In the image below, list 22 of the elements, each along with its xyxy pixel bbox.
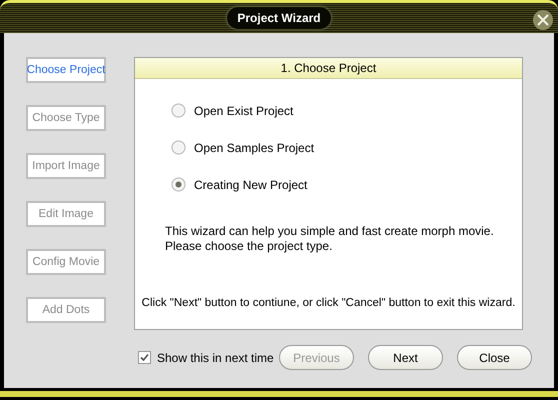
checkbox[interactable]: [138, 351, 151, 364]
close-icon[interactable]: [532, 9, 554, 31]
step-tab[interactable]: Choose Project: [26, 57, 106, 83]
step-tab[interactable]: Choose Type: [26, 105, 106, 131]
note-text: Click "Next" button to contiune, or click "Cancel" button to exit this wizard.: [140, 297, 516, 309]
description-text: Please choose the project type.: [165, 239, 334, 254]
description-text: This wizard can help you simple and fast create morph movie.: [165, 224, 495, 239]
step-tab[interactable]: Add Dots: [26, 297, 106, 323]
option-label: Creating New Project: [194, 178, 308, 192]
radio-button[interactable]: [171, 177, 186, 192]
panel-header: 1. Choose Project: [135, 58, 522, 79]
step-tab[interactable]: Edit Image: [26, 201, 106, 227]
option-label: Open Exist Project: [194, 104, 294, 118]
option-label: Open Samples Project: [194, 140, 314, 154]
step-tab[interactable]: Config Movie: [26, 249, 106, 275]
checkbox-label: Show this in next time: [157, 350, 274, 364]
radio-button[interactable]: [171, 140, 186, 155]
step-tab[interactable]: Import Image: [26, 153, 106, 179]
dialog-button[interactable]: Next: [368, 345, 443, 370]
window-title: Project Wizard: [227, 7, 331, 29]
radio-button[interactable]: [171, 103, 186, 118]
dialog-button[interactable]: Close: [457, 345, 532, 370]
